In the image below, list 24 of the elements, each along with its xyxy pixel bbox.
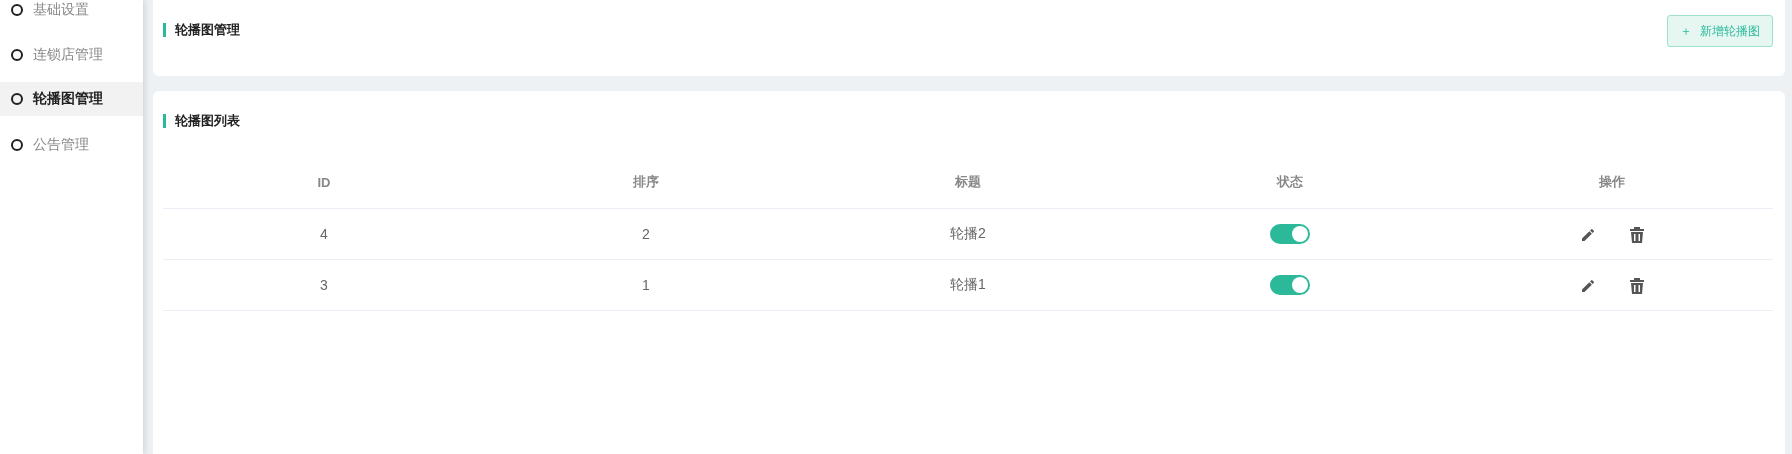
sidebar-item[interactable]: 公告管理 — [0, 122, 143, 167]
table-cell: 轮播2 — [950, 225, 986, 241]
table-cell: 轮播1 — [950, 276, 986, 292]
sidebar-item[interactable]: 轮播图管理 — [0, 82, 143, 116]
table-cell: 3 — [320, 277, 328, 293]
table-cell: 2 — [642, 226, 650, 242]
column-header: 状态 — [1129, 156, 1451, 209]
column-header: 标题 — [807, 156, 1129, 209]
status-toggle[interactable] — [1270, 275, 1310, 295]
column-header: 操作 — [1451, 156, 1773, 209]
status-toggle[interactable] — [1270, 224, 1310, 244]
delete-icon[interactable] — [1630, 277, 1644, 294]
table-cell: 4 — [320, 226, 328, 242]
edit-icon[interactable] — [1580, 226, 1596, 243]
table-cell: 1 — [642, 277, 650, 293]
sidebar-item[interactable]: 基础设置 — [0, 0, 143, 32]
card-title: 轮播图列表 — [175, 112, 240, 130]
column-header: ID — [163, 156, 485, 209]
card-title: 轮播图管理 — [175, 21, 240, 39]
sidebar-item[interactable]: 连锁店管理 — [0, 32, 143, 77]
column-header: 排序 — [485, 156, 807, 209]
add-banner-button[interactable]: ＋ 新增轮播图 — [1667, 15, 1773, 47]
delete-icon[interactable] — [1630, 226, 1644, 243]
edit-icon[interactable] — [1580, 277, 1596, 294]
